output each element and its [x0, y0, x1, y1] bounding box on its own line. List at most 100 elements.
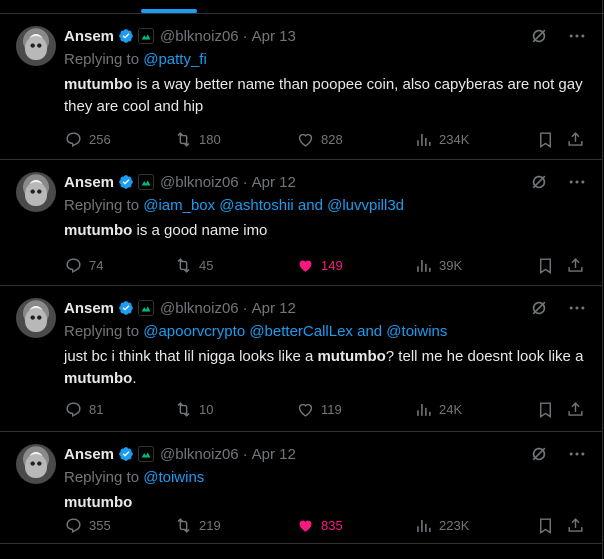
like-button[interactable]: 828 [296, 130, 343, 149]
grok-icon[interactable] [529, 26, 549, 46]
bookmark-button[interactable] [536, 516, 555, 535]
retweet-icon [177, 517, 190, 533]
affiliate-badge-icon[interactable] [138, 446, 155, 462]
more-icon[interactable] [567, 444, 587, 464]
avatar[interactable] [16, 298, 56, 338]
tweet-header: Ansem @blknoiz06 · Apr 12 [64, 298, 587, 318]
author-handle[interactable]: @blknoiz06 [160, 174, 239, 191]
share-button[interactable] [566, 400, 585, 419]
reply-context: Replying to @patty_fi [64, 51, 207, 68]
author-name[interactable]: Ansem [64, 300, 114, 317]
tweet-header: Ansem @blknoiz06 · Apr 12 [64, 172, 587, 192]
views-button[interactable]: 24K [414, 400, 462, 419]
tweet[interactable]: Ansem @blknoiz06 · Apr 12 Replying to @i… [0, 160, 603, 286]
author-handle[interactable]: @blknoiz06 [160, 300, 239, 317]
share-icon [568, 401, 583, 416]
avatar[interactable] [16, 26, 56, 66]
tweet-date[interactable]: Apr 13 [252, 28, 296, 45]
reply-button[interactable]: 256 [64, 130, 111, 149]
bookmark-icon [540, 517, 551, 534]
author-name[interactable]: Ansem [64, 174, 114, 191]
views-button[interactable]: 223K [414, 516, 469, 535]
action-bar: 256 180 828 234K [64, 129, 587, 149]
retweet-icon [177, 257, 190, 273]
tweet[interactable]: Ansem @blknoiz06 · Apr 13 Replying to @p… [0, 14, 603, 160]
affiliate-badge-icon[interactable] [138, 300, 155, 316]
grok-icon[interactable] [529, 172, 549, 192]
share-button[interactable] [566, 256, 585, 275]
share-icon [568, 131, 583, 146]
tweet-date[interactable]: Apr 12 [252, 300, 296, 317]
tweet-text: just bc i think that lil nigga looks lik… [64, 348, 584, 387]
more-icon[interactable] [567, 26, 587, 46]
affiliate-badge-icon[interactable] [138, 174, 155, 190]
tweet-header: Ansem @blknoiz06 · Apr 12 [64, 444, 587, 464]
views-icon [417, 259, 431, 272]
share-icon [568, 517, 583, 532]
tweet[interactable]: Ansem @blknoiz06 · Apr 12 Replying to @a… [0, 286, 603, 432]
verified-badge-icon[interactable] [118, 446, 134, 462]
tweet-date[interactable]: Apr 12 [252, 446, 296, 463]
bookmark-button[interactable] [536, 400, 555, 419]
separator: · [242, 173, 248, 191]
reply-button[interactable]: 81 [64, 400, 103, 419]
reply-mention-link[interactable]: @toiwins [143, 469, 204, 486]
reply-mention-link[interactable]: @patty_fi [143, 51, 207, 68]
views-icon [417, 403, 431, 416]
retweet-icon [177, 401, 190, 417]
grok-icon[interactable] [529, 444, 549, 464]
action-bar: 355 219 835 223K [64, 515, 587, 535]
retweet-button[interactable]: 219 [174, 516, 221, 535]
bookmark-icon [540, 257, 551, 274]
grok-icon[interactable] [529, 298, 549, 318]
author-handle[interactable]: @blknoiz06 [160, 446, 239, 463]
tweet-feed: Ansem @blknoiz06 · Apr 13 Replying to @p… [0, 14, 603, 544]
author-name[interactable]: Ansem [64, 446, 114, 463]
separator: · [242, 299, 248, 317]
reply-button[interactable]: 355 [64, 516, 111, 535]
verified-badge-icon[interactable] [118, 300, 134, 316]
views-icon [417, 133, 431, 146]
verified-badge-icon[interactable] [118, 174, 134, 190]
author-handle[interactable]: @blknoiz06 [160, 28, 239, 45]
reply-mention-link[interactable]: @apoorvcrypto @betterCallLex and @toiwin… [143, 323, 447, 340]
tweet-text: mutumbo is a way better name than poopee… [64, 76, 583, 115]
reply-button[interactable]: 74 [64, 256, 103, 275]
views-button[interactable]: 39K [414, 256, 462, 275]
more-icon[interactable] [567, 172, 587, 192]
tweet-text: mutumbo [64, 494, 133, 511]
like-button[interactable]: 119 [296, 400, 342, 419]
tweet-text: mutumbo is a good name imo [64, 222, 268, 239]
reply-context: Replying to @toiwins [64, 469, 205, 486]
action-bar: 81 10 119 24K [64, 399, 587, 419]
tweet-header: Ansem @blknoiz06 · Apr 13 [64, 26, 587, 46]
avatar[interactable] [16, 172, 56, 212]
views-icon [417, 519, 431, 532]
reply-icon [66, 131, 81, 147]
bookmark-button[interactable] [536, 256, 555, 275]
retweet-button[interactable]: 45 [174, 256, 213, 275]
verified-badge-icon[interactable] [118, 28, 134, 44]
separator: · [242, 27, 248, 45]
like-icon [299, 520, 312, 532]
like-button[interactable]: 149 [296, 256, 343, 275]
reply-icon [66, 401, 81, 417]
share-button[interactable] [566, 130, 585, 149]
tweet[interactable]: Ansem @blknoiz06 · Apr 12 Replying to @t… [0, 432, 603, 544]
bookmark-button[interactable] [536, 130, 555, 149]
reply-mention-link[interactable]: @iam_box @ashtoshii and @luvvpill3d [143, 197, 404, 214]
more-icon[interactable] [567, 298, 587, 318]
retweet-button[interactable]: 180 [174, 130, 221, 149]
like-icon [298, 133, 313, 147]
author-name[interactable]: Ansem [64, 28, 114, 45]
share-button[interactable] [566, 516, 585, 535]
like-icon [299, 260, 312, 272]
like-icon [298, 403, 313, 417]
tweet-date[interactable]: Apr 12 [252, 174, 296, 191]
separator: · [242, 445, 248, 463]
views-button[interactable]: 234K [414, 130, 469, 149]
retweet-button[interactable]: 10 [174, 400, 213, 419]
like-button[interactable]: 835 [296, 516, 343, 535]
avatar[interactable] [16, 444, 56, 484]
affiliate-badge-icon[interactable] [138, 28, 155, 44]
